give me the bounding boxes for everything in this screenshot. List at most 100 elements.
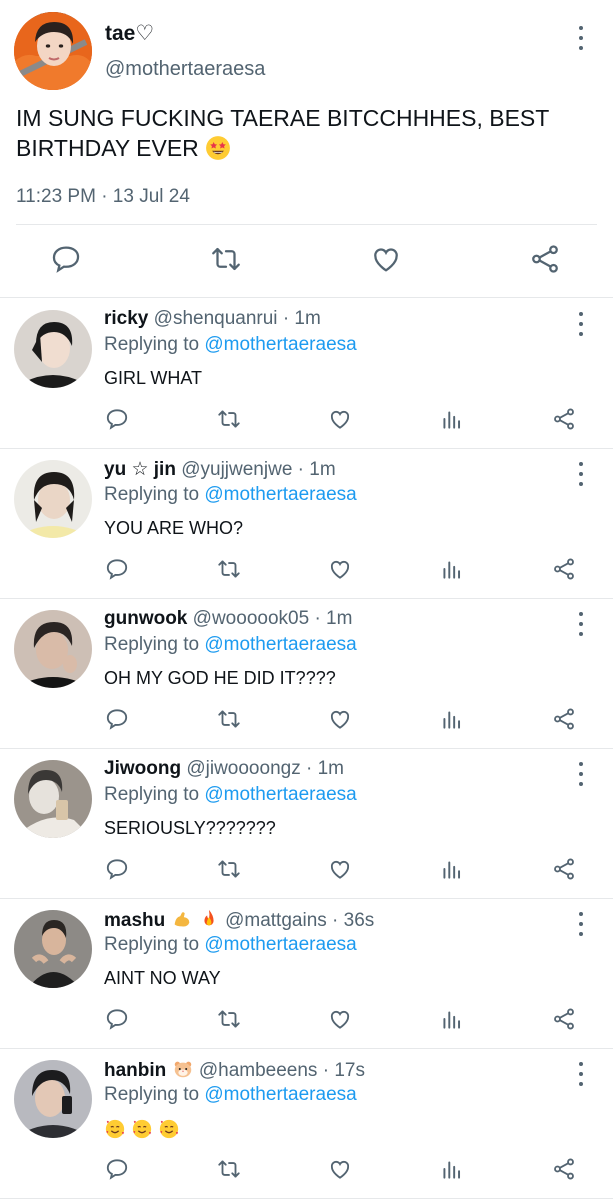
- retweet-icon[interactable]: [216, 1156, 242, 1182]
- tweet-text: IM SUNG FUCKING TAERAE BITCCHHHES, BEST …: [16, 103, 601, 163]
- retweet-icon[interactable]: [216, 1006, 242, 1032]
- like-icon[interactable]: [327, 1156, 353, 1182]
- retweet-icon[interactable]: [216, 706, 242, 732]
- share-icon[interactable]: [551, 706, 577, 732]
- share-icon[interactable]: [551, 1156, 577, 1182]
- reply-icon[interactable]: [104, 406, 130, 432]
- reply-age: · 1m: [314, 608, 353, 629]
- reply-age: · 1m: [282, 308, 321, 329]
- replying-to: Replying to @mothertaeraesa: [104, 1084, 357, 1106]
- avatar[interactable]: [14, 760, 92, 838]
- like-icon[interactable]: [327, 556, 353, 582]
- views-icon[interactable]: [439, 856, 465, 882]
- reply-icon[interactable]: [104, 1156, 130, 1182]
- views-icon[interactable]: [439, 406, 465, 432]
- reply-age: · 1m: [305, 758, 344, 779]
- reply-text: [104, 1118, 180, 1141]
- replying-prefix: Replying to: [104, 634, 200, 655]
- star-struck-emoji: [206, 136, 231, 160]
- more-options-icon[interactable]: [572, 26, 590, 50]
- mention-link[interactable]: @mothertaeraesa: [204, 1084, 356, 1105]
- avatar[interactable]: [14, 1060, 92, 1138]
- retweet-icon[interactable]: [209, 242, 243, 276]
- avatar[interactable]: [14, 460, 92, 538]
- reply-tweet[interactable]: yu ☆ jin @yujjwenjwe · 1m Replying to @m…: [0, 448, 613, 599]
- mention-link[interactable]: @mothertaeraesa: [204, 484, 356, 505]
- author-handle[interactable]: @woooook05: [193, 608, 309, 629]
- replying-to: Replying to @mothertaeraesa: [104, 484, 357, 506]
- reply-tweet[interactable]: gunwook @woooook05 · 1m Replying to @mot…: [0, 598, 613, 749]
- reply-tweet[interactable]: ricky @shenquanrui · 1m Replying to @mot…: [0, 298, 613, 449]
- smiling-face-with-hearts-emoji: [159, 1119, 179, 1139]
- like-icon[interactable]: [369, 242, 403, 276]
- author-name[interactable]: yu ☆ jin: [104, 459, 176, 480]
- smiling-face-with-hearts-emoji: [105, 1119, 125, 1139]
- reply-header: gunwook @woooook05 · 1m: [104, 608, 352, 630]
- views-icon[interactable]: [439, 1006, 465, 1032]
- mention-link[interactable]: @mothertaeraesa: [204, 634, 356, 655]
- author-handle[interactable]: @jiwoooongz: [186, 758, 300, 779]
- author-name[interactable]: Jiwoong: [104, 758, 181, 779]
- mention-link[interactable]: @mothertaeraesa: [204, 784, 356, 805]
- more-options-icon[interactable]: [572, 1062, 590, 1086]
- reply-age: · 36s: [332, 910, 375, 931]
- views-icon[interactable]: [439, 556, 465, 582]
- smiling-face-with-hearts-emoji: [132, 1119, 152, 1139]
- reply-icon[interactable]: [104, 856, 130, 882]
- fire-emoji: [204, 909, 214, 926]
- like-icon[interactable]: [327, 1006, 353, 1032]
- views-icon[interactable]: [439, 1156, 465, 1182]
- retweet-icon[interactable]: [216, 406, 242, 432]
- reply-icon[interactable]: [49, 242, 83, 276]
- more-options-icon[interactable]: [572, 612, 590, 636]
- share-icon[interactable]: [551, 406, 577, 432]
- like-icon[interactable]: [327, 856, 353, 882]
- reply-tweet[interactable]: Jiwoong @jiwoooongz · 1m Replying to @mo…: [0, 748, 613, 899]
- reply-header: yu ☆ jin @yujjwenjwe · 1m: [104, 458, 336, 481]
- like-icon[interactable]: [327, 706, 353, 732]
- retweet-icon[interactable]: [216, 556, 242, 582]
- views-icon[interactable]: [439, 706, 465, 732]
- reply-text: AINT NO WAY: [104, 968, 221, 988]
- avatar[interactable]: [14, 610, 92, 688]
- reply-icon[interactable]: [104, 556, 130, 582]
- reply-actions: [0, 856, 613, 884]
- share-icon[interactable]: [528, 242, 562, 276]
- replying-to: Replying to @mothertaeraesa: [104, 334, 357, 356]
- reply-actions: [0, 406, 613, 434]
- hamster-emoji: [174, 1061, 191, 1078]
- more-options-icon[interactable]: [572, 912, 590, 936]
- author-name[interactable]: mashu: [104, 910, 165, 931]
- share-icon[interactable]: [551, 556, 577, 582]
- author-handle[interactable]: @hambeeens: [199, 1060, 318, 1081]
- author-name[interactable]: ricky: [104, 308, 148, 329]
- reply-tweet[interactable]: mashu @mattgains · 36s Replying to @moth…: [0, 898, 613, 1049]
- author-handle[interactable]: @shenquanrui: [154, 308, 278, 329]
- more-options-icon[interactable]: [572, 462, 590, 486]
- reply-tweet[interactable]: hanbin @hambeeens · 17s Replying to @mot…: [0, 1048, 613, 1199]
- share-icon[interactable]: [551, 1006, 577, 1032]
- author-handle[interactable]: @mothertaeraesa: [105, 58, 265, 81]
- reply-icon[interactable]: [104, 1006, 130, 1032]
- more-options-icon[interactable]: [572, 312, 590, 336]
- avatar[interactable]: [14, 12, 92, 90]
- avatar[interactable]: [14, 310, 92, 388]
- mention-link[interactable]: @mothertaeraesa: [204, 334, 356, 355]
- retweet-icon[interactable]: [216, 856, 242, 882]
- author-handle[interactable]: @yujjwenjwe: [181, 459, 292, 480]
- author-handle[interactable]: @mattgains: [225, 910, 327, 931]
- reply-actions: [0, 556, 613, 584]
- divider: [16, 224, 597, 225]
- reply-actions: [0, 1156, 613, 1184]
- share-icon[interactable]: [551, 856, 577, 882]
- author-name[interactable]: gunwook: [104, 608, 187, 629]
- mention-link[interactable]: @mothertaeraesa: [204, 934, 356, 955]
- reply-icon[interactable]: [104, 706, 130, 732]
- more-options-icon[interactable]: [572, 762, 590, 786]
- tweet-timestamp[interactable]: 11:23 PM · 13 Jul 24: [16, 186, 190, 208]
- avatar[interactable]: [14, 910, 92, 988]
- replying-prefix: Replying to: [104, 784, 200, 805]
- author-name[interactable]: tae♡: [105, 21, 154, 46]
- like-icon[interactable]: [327, 406, 353, 432]
- author-name[interactable]: hanbin: [104, 1060, 166, 1081]
